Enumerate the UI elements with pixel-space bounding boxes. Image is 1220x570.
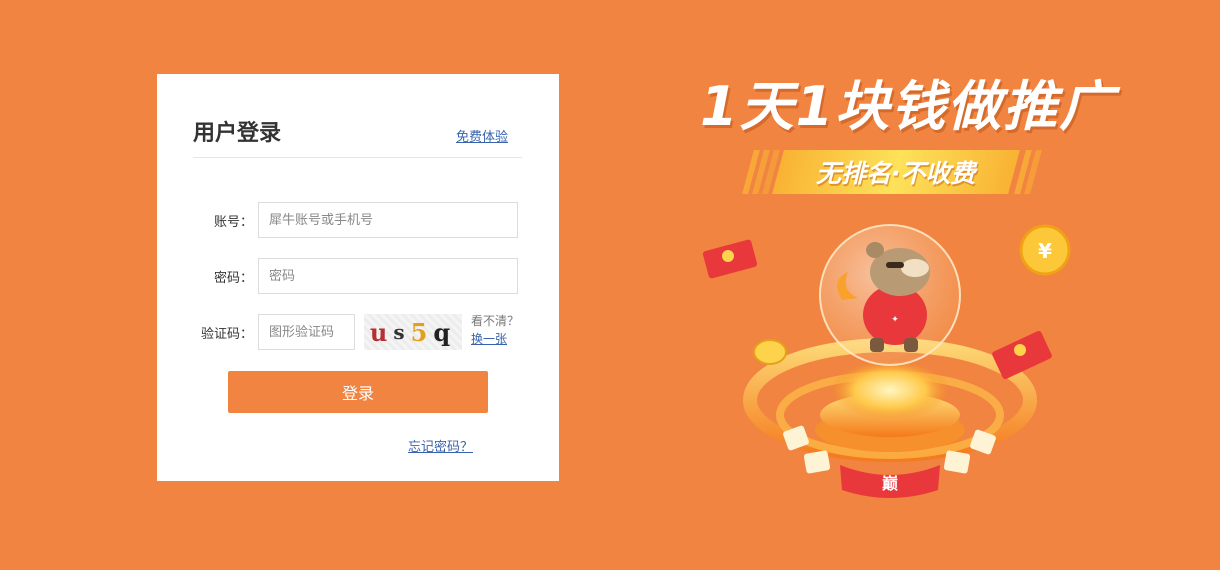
- login-header: 用户登录 免费体验: [193, 120, 522, 158]
- password-label: 密码：: [213, 271, 253, 286]
- captcha-char: q: [433, 317, 457, 347]
- promo-banner: 无排名·不收费: [772, 150, 1020, 194]
- forgot-password-link[interactable]: 忘记密码？: [408, 436, 473, 455]
- captcha-char: u: [369, 317, 394, 347]
- red-envelope-icon: [702, 239, 758, 279]
- captcha-label: 验证码：: [200, 327, 253, 342]
- account-input[interactable]: [258, 202, 518, 238]
- captcha-hint: 看不清？: [471, 314, 520, 328]
- account-label: 账号：: [213, 215, 253, 230]
- pedestal-badge: 巅: [882, 474, 898, 493]
- captcha-refresh-link[interactable]: 换一张: [471, 330, 507, 348]
- login-title: 用户登录: [193, 121, 282, 146]
- captcha-char: s: [393, 320, 411, 344]
- login-button[interactable]: 登录: [228, 371, 488, 413]
- captcha-input[interactable]: [258, 314, 355, 350]
- account-row: 账号：: [157, 202, 559, 238]
- captcha-image[interactable]: u s 5 q: [364, 314, 462, 350]
- svg-text:¥: ¥: [1038, 239, 1052, 263]
- captcha-char: 5: [410, 317, 434, 347]
- password-row: 密码：: [157, 258, 559, 294]
- password-input[interactable]: [258, 258, 518, 294]
- captcha-row: 验证码： u s 5 q 看不清？ 换一张: [157, 314, 559, 350]
- login-card: 用户登录 免费体验 账号： 密码： 验证码： u s 5 q 看不清？ 换一张 …: [157, 74, 559, 481]
- svg-text:✦: ✦: [891, 315, 899, 325]
- free-trial-link[interactable]: 免费体验: [456, 126, 508, 145]
- promo-banner-text: 无排名·不收费: [816, 159, 976, 188]
- mascot-illustration: 巅 ✦ ¥: [702, 224, 1071, 498]
- promo-headline: 1天1块钱做推广: [700, 75, 1116, 138]
